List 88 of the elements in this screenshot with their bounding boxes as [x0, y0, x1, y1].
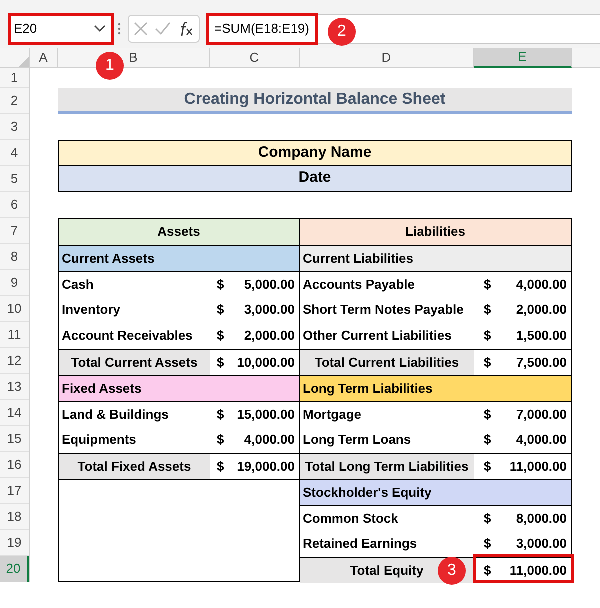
currency-sign: $: [217, 327, 224, 346]
row-label: Mortgage: [302, 406, 362, 424]
total-label: Total Current Assets: [59, 350, 210, 375]
currency-sign: $: [484, 301, 492, 320]
amount-value: 8,000.00: [516, 510, 567, 528]
amount-value: 15,000.00: [237, 406, 295, 424]
row-header[interactable]: 18: [0, 504, 29, 530]
row-label: Inventory: [61, 301, 122, 320]
row-header[interactable]: 6: [0, 192, 29, 218]
chevron-down-icon: [94, 25, 106, 33]
row-header[interactable]: 3: [0, 114, 29, 140]
sheet-title: Creating Horizontal Balance Sheet: [184, 90, 446, 110]
row-header[interactable]: 14: [0, 400, 29, 426]
currency-sign: $: [484, 276, 492, 294]
currency-sign: $: [217, 431, 224, 450]
amount-value: 1,500.00: [516, 327, 567, 346]
section-header: Current Assets: [59, 245, 299, 271]
total-label: Total Fixed Assets: [59, 454, 210, 479]
select-all-icon[interactable]: [19, 57, 29, 67]
amount-value: 3,000.00: [244, 301, 295, 320]
row-header[interactable]: 10: [0, 296, 29, 322]
row-label: Short Term Notes Payable: [302, 301, 465, 320]
currency-sign: $: [217, 406, 224, 424]
currency-sign: $: [217, 276, 224, 294]
row-header[interactable]: 4: [0, 140, 29, 166]
currency-sign: $: [217, 301, 224, 320]
row-header[interactable]: 5: [0, 166, 29, 192]
row-header[interactable]: 11: [0, 322, 29, 348]
row-label: Other Current Liabilities: [302, 327, 453, 346]
currency-sign: $: [484, 354, 492, 372]
table-header: Liabilities: [300, 219, 571, 245]
formula-text: =SUM(E18:E19): [206, 13, 318, 45]
amount-value: 4,000.00: [516, 276, 567, 294]
currency-sign: $: [484, 562, 492, 580]
row-label: Land & Buildings: [61, 406, 170, 424]
currency-sign: $: [484, 431, 492, 450]
row-label: Accounts Payable: [302, 276, 416, 294]
amount-value: 19,000.00: [237, 458, 295, 476]
amount-value: 7,500.00: [516, 354, 567, 372]
row-header[interactable]: 2: [0, 88, 29, 114]
table-header: Assets: [59, 219, 299, 245]
currency-sign: $: [484, 327, 492, 346]
column-header[interactable]: A: [30, 48, 58, 68]
row-label: Account Receivables: [61, 327, 194, 346]
row-label: Common Stock: [302, 510, 400, 528]
section-header: Current Liabilities: [300, 245, 571, 271]
currency-sign: $: [484, 535, 492, 554]
amount-value: 2,000.00: [244, 327, 295, 346]
row-header[interactable]: 17: [0, 478, 29, 504]
row-header[interactable]: 16: [0, 452, 29, 478]
row-header[interactable]: 1: [0, 68, 29, 88]
check-icon[interactable]: [154, 22, 171, 36]
row-header[interactable]: 8: [0, 244, 29, 270]
row-header[interactable]: 15: [0, 426, 29, 452]
amount-value: 11,000.00: [510, 458, 567, 476]
row-label: Long Term Loans: [302, 431, 412, 450]
row-header[interactable]: 12: [0, 348, 29, 374]
currency-sign: $: [484, 406, 492, 424]
currency-sign: $: [217, 354, 224, 372]
amount-value: 2,000.00: [516, 301, 567, 320]
section-header: Stockholder's Equity: [300, 479, 571, 505]
amount-value: 7,000.00: [516, 406, 567, 424]
amount-value: 10,000.00: [237, 354, 295, 372]
column-header[interactable]: C: [210, 48, 300, 68]
company-name-cell: Company Name: [59, 141, 571, 166]
amount-value: 3,000.00: [516, 535, 567, 554]
row-label: Retained Earnings: [302, 535, 418, 554]
cell-reference: E20: [14, 20, 38, 38]
more-options-icon[interactable]: [118, 23, 121, 35]
amount-value: 4,000.00: [244, 431, 295, 450]
row-header[interactable]: 13: [0, 374, 29, 400]
date-cell: Date: [59, 166, 571, 191]
amount-value: 4,000.00: [516, 431, 567, 450]
currency-sign: $: [217, 458, 224, 476]
currency-sign: $: [484, 510, 492, 528]
amount-value: 5,000.00: [244, 276, 295, 294]
row-label: Cash: [61, 276, 95, 294]
total-label: Total Current Liabilities: [300, 350, 474, 375]
row-header[interactable]: 9: [0, 270, 29, 296]
currency-sign: $: [484, 458, 492, 476]
callout-badge: 1: [96, 52, 124, 80]
amount-value: 11,000.00: [510, 562, 567, 580]
cancel-icon[interactable]: [134, 22, 148, 36]
row-label: Equipments: [61, 431, 138, 450]
row-header[interactable]: 7: [0, 218, 29, 244]
total-label: Total Long Term Liabilities: [300, 454, 474, 479]
section-header: Fixed Assets: [59, 375, 299, 401]
section-header: Long Term Liabilities: [300, 375, 571, 401]
